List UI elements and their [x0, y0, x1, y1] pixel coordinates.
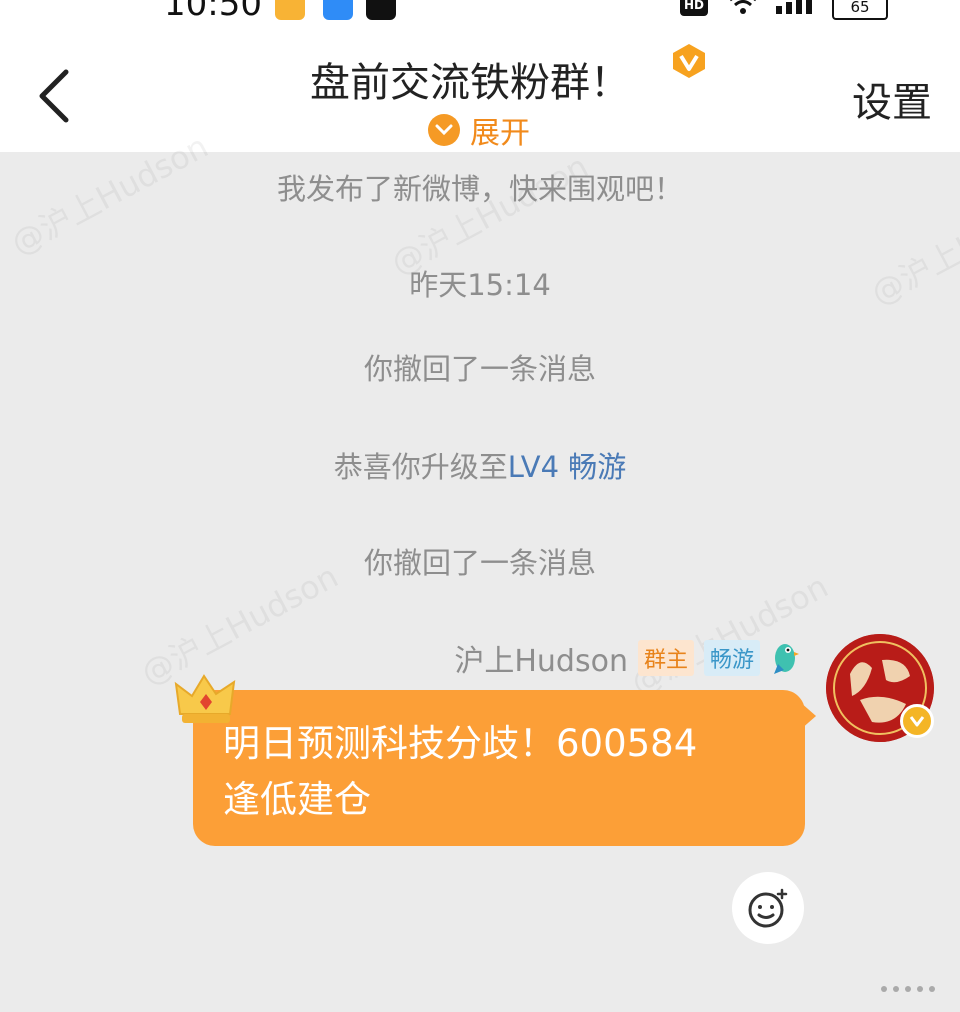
- watermark: @沪上Hudson: [624, 567, 835, 703]
- status-bar: 10:50 HD 65: [0, 0, 960, 32]
- battery-icon: 65: [832, 0, 888, 20]
- level-tag: 畅游: [703, 640, 760, 676]
- sender-row: 沪上Hudson 群主 畅游: [454, 636, 800, 680]
- bubble-tail: [800, 702, 816, 730]
- weibo-app-icon: [275, 0, 305, 20]
- expand-label: 展开: [470, 116, 530, 151]
- owner-tag: 群主: [637, 640, 694, 676]
- group-title: 盘前交流铁粉群！: [310, 60, 630, 106]
- crown-icon: [174, 674, 236, 723]
- message-line: 逢低建仓: [223, 778, 371, 821]
- emoji-add-icon: [748, 888, 788, 928]
- system-message: 我发布了新微博，快来围观吧！: [276, 172, 683, 206]
- level-link[interactable]: LV4 畅游: [508, 450, 626, 484]
- add-reaction-button[interactable]: [732, 872, 804, 944]
- bird-badge-icon: [774, 644, 799, 674]
- assistant-app-icon: [323, 0, 353, 20]
- status-time: 10:50: [164, 0, 262, 24]
- system-message: 恭喜你升级至LV4 畅游: [0, 444, 960, 486]
- chat-header: 盘前交流铁粉群！ 展开 设置: [0, 32, 960, 152]
- upgrade-text: 恭喜你升级至: [333, 450, 508, 484]
- signal-icon: [776, 0, 812, 14]
- message-bubble[interactable]: 明日预测科技分歧！600584 逢低建仓: [193, 690, 805, 846]
- message-timestamp: 昨天15:14: [409, 268, 551, 302]
- chevron-down-icon: [428, 114, 460, 146]
- tiktok-app-icon: [366, 0, 396, 20]
- expand-button[interactable]: 展开: [428, 110, 530, 151]
- verified-group-badge-icon: [673, 44, 705, 78]
- system-message: 你撤回了一条消息: [363, 546, 596, 580]
- message-line: 明日预测科技分歧！600584: [223, 722, 698, 765]
- verified-badge-icon: [900, 704, 934, 738]
- sender-name[interactable]: 沪上Hudson: [454, 636, 628, 680]
- hd-icon: HD: [680, 0, 708, 16]
- wifi-icon: [730, 0, 756, 14]
- system-message: 你撤回了一条消息: [363, 352, 596, 386]
- more-dots-icon: [881, 986, 935, 992]
- settings-button[interactable]: 设置: [852, 70, 932, 128]
